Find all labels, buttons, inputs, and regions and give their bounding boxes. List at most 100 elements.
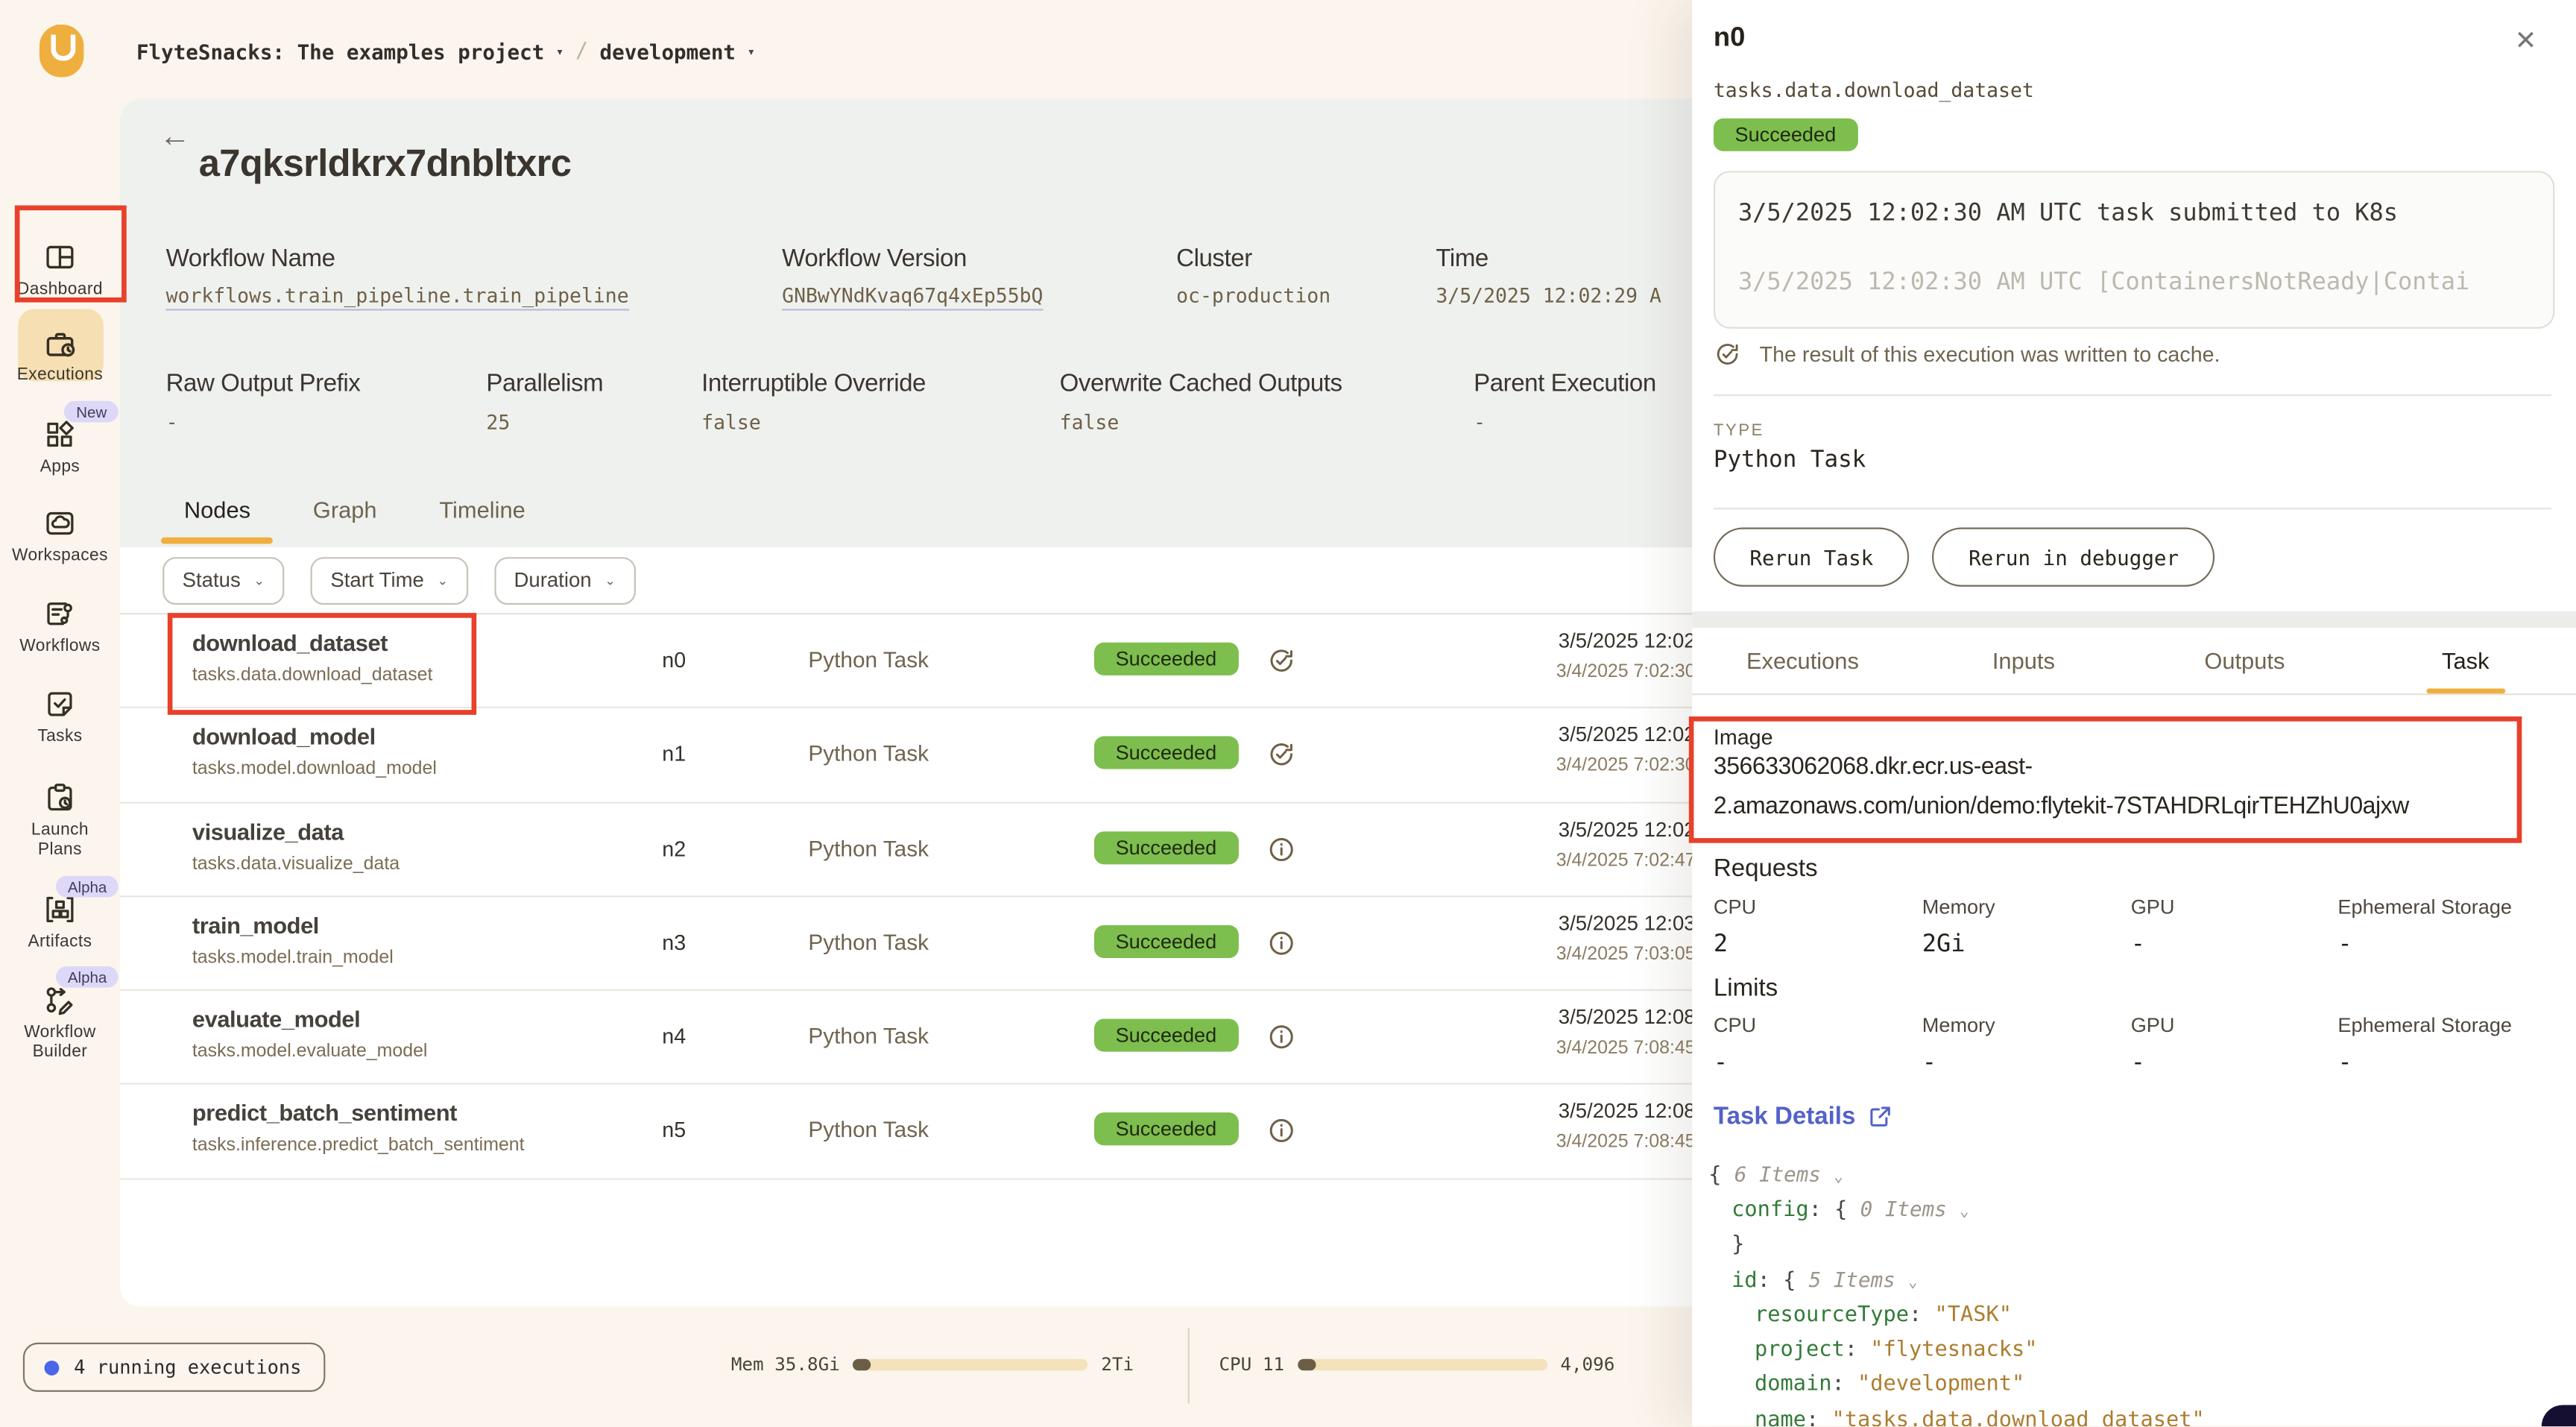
divider <box>1714 508 2551 509</box>
meta-label: Interruptible Override <box>701 370 926 397</box>
node-name[interactable]: download_model <box>192 723 437 749</box>
info-icon[interactable] <box>1266 1117 1296 1147</box>
overwrite-cached-outputs-value: false <box>1060 411 1120 434</box>
sidebar-item-label: Dashboard <box>17 281 103 300</box>
log-line: 3/5/2025 12:02:30 AM UTC task submitted … <box>1738 201 2398 227</box>
cache-check-icon <box>1714 340 1741 368</box>
resource-label: GPU <box>2131 1014 2337 1037</box>
dashboard-icon <box>42 240 77 274</box>
resource-label: Memory <box>1922 895 2128 919</box>
filter-status[interactable]: Status ⌄ <box>162 556 284 604</box>
node-name[interactable]: train_model <box>192 912 394 938</box>
rerun-task-button[interactable]: Rerun Task <box>1714 528 1910 587</box>
cache-check-icon[interactable] <box>1266 646 1296 675</box>
sidebar-item-workspaces[interactable]: Workspaces <box>0 506 120 567</box>
sidebar-item-label: Artifacts <box>28 933 92 952</box>
info-icon[interactable] <box>1266 834 1296 864</box>
node-name[interactable]: visualize_data <box>192 818 400 844</box>
cpu-max-label: 4,096 <box>1560 1354 1614 1376</box>
chevron-down-icon[interactable]: ⌄ <box>1908 1274 1918 1292</box>
filter-start-time[interactable]: Start Time ⌄ <box>311 556 468 604</box>
status-badge: Succeeded <box>1094 925 1238 958</box>
json-key: project <box>1755 1338 1845 1362</box>
sidebar-item-executions[interactable]: Executions <box>0 309 120 385</box>
node-name[interactable]: download_dataset <box>192 629 433 655</box>
memory-max-label: 2Ti <box>1101 1354 1134 1376</box>
json-string-value: "flytesnacks" <box>1870 1338 2037 1362</box>
close-icon[interactable]: ✕ <box>2515 30 2537 56</box>
node-id: n2 <box>662 803 686 895</box>
node-id: n0 <box>662 614 686 706</box>
tab-inputs[interactable]: Inputs <box>1913 628 2134 693</box>
log-line: 3/5/2025 12:02:30 AM UTC [ContainersNotR… <box>1738 269 2469 295</box>
json-brace: } <box>1731 1232 1744 1257</box>
node-start-time: 3/5/2025 12:08 <box>1556 1100 1696 1124</box>
back-arrow-icon[interactable]: ← <box>160 120 191 156</box>
sidebar-item-label: Workspaces <box>12 547 108 566</box>
meta-label: Parallelism <box>486 370 603 397</box>
rerun-in-debugger-button[interactable]: Rerun in debugger <box>1933 528 2215 587</box>
chevron-down-icon[interactable]: ▾ <box>747 45 755 60</box>
tab-graph[interactable]: Graph <box>290 497 400 544</box>
filter-duration[interactable]: Duration ⌄ <box>494 556 635 604</box>
meta-label: Cluster <box>1176 245 1252 272</box>
workflow-version-link[interactable]: GNBwYNdKvaq67q4xEp55bQ <box>782 284 1043 310</box>
parent-execution-value: - <box>1474 411 1486 434</box>
node-start-time: 3/5/2025 12:08 <box>1556 1006 1696 1029</box>
project-selector[interactable]: FlyteSnacks: The examples project <box>136 40 544 64</box>
node-start-time-local: 3/4/2025 7:02:30 <box>1556 757 1696 776</box>
workflow-name-link[interactable]: workflows.train_pipeline.train_pipeline <box>166 284 629 310</box>
chevron-down-icon: ⌄ <box>604 573 616 588</box>
tab-executions[interactable]: Executions <box>1692 628 1913 693</box>
json-punct: : <box>1806 1408 1832 1426</box>
json-punct: : <box>1909 1302 1935 1327</box>
node-detail-panel: n0 ✕ tasks.data.download_dataset Succeed… <box>1692 0 2576 1426</box>
sidebar-item-workflow-builder[interactable]: Alpha Workflow Builder <box>0 983 120 1062</box>
sidebar-item-workflows[interactable]: Workflows <box>0 596 120 657</box>
type-value: Python Task <box>1714 447 1866 473</box>
meta-label: Overwrite Cached Outputs <box>1060 370 1342 397</box>
info-icon[interactable] <box>1266 928 1296 958</box>
status-badge: Succeeded <box>1094 831 1238 863</box>
tab-nodes[interactable]: Nodes <box>161 497 274 544</box>
cache-check-icon[interactable] <box>1266 740 1296 769</box>
resource-label: Memory <box>1922 1014 2128 1037</box>
task-details-link[interactable]: Task Details <box>1714 1103 1893 1130</box>
info-icon[interactable] <box>1266 1022 1296 1052</box>
sidebar-item-launch-plans[interactable]: Launch Plans <box>0 781 120 860</box>
tab-outputs[interactable]: Outputs <box>2134 628 2355 693</box>
chevron-down-icon[interactable]: ⌄ <box>1960 1203 1969 1221</box>
node-name[interactable]: evaluate_model <box>192 1006 428 1032</box>
log-output-box[interactable]: 3/5/2025 12:02:30 AM UTC task submitted … <box>1714 171 2554 329</box>
sidebar-item-apps[interactable]: New Apps <box>0 418 120 478</box>
filter-label: Start Time <box>330 569 424 592</box>
node-task-id: tasks.model.download_model <box>192 760 437 779</box>
sidebar-item-dashboard[interactable]: Dashboard <box>0 240 120 300</box>
workflow-builder-icon <box>42 983 77 1017</box>
tab-timeline[interactable]: Timeline <box>416 497 548 544</box>
node-task-id: tasks.model.evaluate_model <box>192 1042 428 1062</box>
chevron-down-icon: ⌄ <box>438 573 449 588</box>
union-logo-icon[interactable] <box>40 25 84 78</box>
running-executions-button[interactable]: 4 running executions <box>23 1343 326 1392</box>
node-name[interactable]: predict_batch_sentiment <box>192 1100 525 1127</box>
requests-ephemeral-value: - <box>2337 932 2543 958</box>
resource-label: CPU <box>1714 895 1919 919</box>
filter-label: Status <box>183 569 241 592</box>
sidebar-item-label: Tasks <box>37 728 82 746</box>
chevron-down-icon[interactable]: ▾ <box>556 45 564 60</box>
parallelism-value: 25 <box>486 411 510 434</box>
meta-label: Time <box>1436 245 1488 272</box>
domain-selector[interactable]: development <box>600 40 736 64</box>
node-start-time-local: 3/4/2025 7:02:30 <box>1556 662 1696 681</box>
sidebar-item-tasks[interactable]: Tasks <box>0 687 120 747</box>
sidebar-item-artifacts[interactable]: Alpha Artifacts <box>0 892 120 953</box>
node-task-id: tasks.inference.predict_batch_sentiment <box>192 1136 525 1156</box>
resource-label: GPU <box>2131 895 2337 919</box>
chevron-down-icon[interactable]: ⌄ <box>1834 1168 1843 1186</box>
running-indicator-dot <box>45 1360 60 1375</box>
node-type: Python Task <box>808 614 929 706</box>
json-string-value: "tasks.data.download_dataset" <box>1832 1408 2205 1426</box>
tab-task[interactable]: Task <box>2355 628 2576 693</box>
meta-label: Raw Output Prefix <box>166 370 361 397</box>
